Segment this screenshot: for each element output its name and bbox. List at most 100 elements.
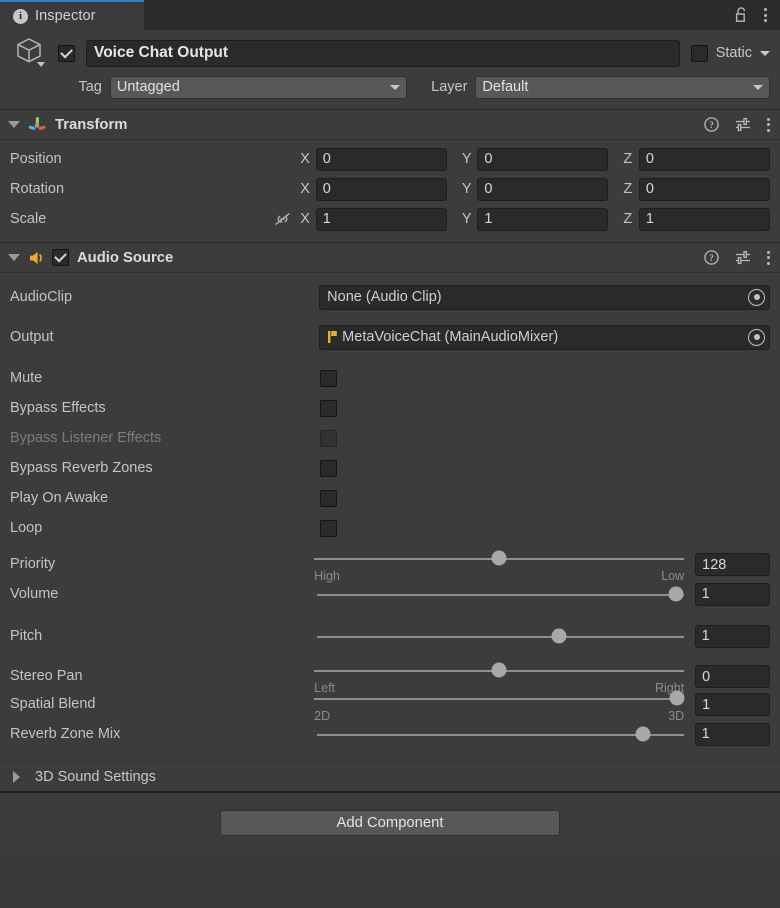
gameobject-name-field[interactable]: Voice Chat Output	[86, 39, 680, 67]
gameobject-enabled-checkbox[interactable]	[58, 44, 75, 62]
preset-sliders-icon[interactable]	[735, 117, 751, 132]
scale-y-field[interactable]: 1	[477, 207, 609, 231]
reverb-zone-mix-value-field[interactable]: 1	[694, 722, 771, 746]
gameobject-header: Voice Chat Output Static Tag Untagged La…	[0, 30, 780, 110]
pitch-label: Pitch	[10, 628, 43, 644]
help-icon[interactable]: ?	[704, 117, 719, 132]
object-picker-icon[interactable]	[748, 288, 765, 306]
position-y-field[interactable]: 0	[477, 147, 609, 171]
reverb-zone-mix-value: 1	[701, 726, 710, 742]
3d-sound-settings-label: 3D Sound Settings	[35, 768, 156, 785]
spatial-blend-slider-thumb[interactable]	[669, 690, 685, 706]
rotation-y-value: 0	[484, 181, 493, 197]
kebab-menu-icon[interactable]	[767, 117, 770, 132]
axis-label-x: X	[300, 211, 310, 227]
axis-label-y: Y	[461, 151, 472, 167]
volume-value-field[interactable]: 1	[694, 582, 771, 606]
mute-label: Mute	[10, 370, 43, 386]
audioclip-field[interactable]: None (Audio Clip)	[319, 284, 770, 310]
scale-z-field[interactable]: 1	[638, 207, 770, 231]
toggle-row-mute: Mute	[10, 363, 770, 393]
transform-row-rotation: Rotation X 0 Y 0 Z 0	[10, 176, 770, 202]
priority-value: 128	[702, 556, 727, 573]
kebab-menu-icon[interactable]	[764, 8, 767, 22]
output-value: MetaVoiceChat (MainAudioMixer)	[342, 329, 559, 345]
reverb-zone-mix-slider-thumb[interactable]	[635, 726, 651, 742]
play-on-awake-checkbox[interactable]	[320, 489, 337, 507]
priority-slider[interactable]: High Low	[314, 545, 685, 583]
audio-source-enabled-checkbox[interactable]	[52, 249, 69, 266]
kebab-menu-icon[interactable]	[767, 250, 770, 265]
footer: Add Component	[0, 792, 780, 856]
priority-value-field[interactable]: 128	[695, 553, 770, 576]
3d-sound-settings-foldout[interactable]: 3D Sound Settings	[0, 761, 780, 791]
spatial-blend-slider[interactable]: 2D 3D	[314, 685, 685, 723]
tab-bar-actions	[735, 0, 780, 30]
help-icon[interactable]: ?	[704, 250, 719, 265]
reverb-zone-mix-row: Reverb Zone Mix 1	[10, 719, 771, 749]
scale-unlinked-icon[interactable]	[273, 211, 300, 227]
pitch-slider[interactable]	[317, 623, 684, 649]
pitch-value-field[interactable]: 1	[694, 624, 771, 648]
preset-sliders-icon[interactable]	[735, 250, 751, 265]
rotation-y-field[interactable]: 0	[477, 177, 609, 201]
toggle-row-loop: Loop	[10, 513, 770, 543]
bypass-reverb-zones-checkbox[interactable]	[320, 459, 337, 477]
static-checkbox[interactable]	[690, 44, 708, 62]
audioclip-row: AudioClip None (Audio Clip)	[10, 282, 770, 312]
bypass-reverb-zones-label: Bypass Reverb Zones	[10, 460, 153, 476]
rotation-label: Rotation	[10, 181, 65, 197]
bypass-listener-effects-checkbox[interactable]	[320, 429, 337, 447]
cube-icon[interactable]	[10, 36, 58, 70]
svg-text:?: ?	[709, 253, 714, 263]
position-x-field[interactable]: 0	[315, 147, 447, 171]
toggle-row-bypass-reverb-zones: Bypass Reverb Zones	[10, 453, 770, 483]
scale-y-value: 1	[484, 211, 493, 227]
transform-actions: ?	[704, 117, 770, 132]
priority-slider-thumb[interactable]	[491, 550, 507, 566]
transform-title: Transform	[55, 116, 128, 133]
gameobject-name-value: Voice Chat Output	[94, 44, 229, 61]
tab-inspector-label: Inspector	[35, 8, 96, 24]
output-field[interactable]: MetaVoiceChat (MainAudioMixer)	[319, 324, 770, 350]
gameobject-name-row: Voice Chat Output Static	[10, 38, 770, 68]
static-chevron-down-icon[interactable]	[760, 50, 770, 56]
bypass-effects-checkbox[interactable]	[320, 399, 337, 417]
volume-slider-thumb[interactable]	[668, 586, 684, 602]
tab-inspector[interactable]: i Inspector	[0, 0, 144, 30]
lock-open-icon[interactable]	[735, 7, 748, 23]
tag-dropdown[interactable]: Untagged	[109, 75, 408, 99]
chevron-down-icon	[390, 84, 401, 90]
audio-source-foldout-icon[interactable]	[8, 254, 20, 261]
reverb-zone-mix-slider[interactable]	[317, 721, 684, 747]
mute-checkbox[interactable]	[320, 369, 337, 387]
object-picker-icon[interactable]	[748, 328, 765, 346]
transform-header[interactable]: Transform ?	[0, 110, 780, 140]
slider-group-priority: Priority High Low 128	[10, 550, 770, 583]
add-component-button[interactable]: Add Component	[220, 810, 560, 836]
spatial-blend-value-field[interactable]: 1	[695, 693, 770, 716]
transform-row-position: Position X 0 Y 0 Z 0	[10, 146, 770, 172]
volume-slider[interactable]	[317, 581, 684, 607]
rotation-x-field[interactable]: 0	[315, 177, 447, 201]
3d-sound-settings-foldout-icon[interactable]	[13, 770, 20, 783]
rotation-z-field[interactable]: 0	[638, 177, 770, 201]
scale-x-field[interactable]: 1	[315, 207, 447, 231]
transform-body: Position X 0 Y 0 Z 0 Rotation X 0 Y 0 Z …	[0, 140, 780, 242]
audio-source-header[interactable]: Audio Source ?	[0, 243, 780, 273]
pitch-value: 1	[701, 628, 710, 644]
pitch-slider-thumb[interactable]	[551, 628, 567, 644]
audio-source-icon	[27, 249, 45, 267]
scale-z-value: 1	[645, 211, 654, 227]
transform-foldout-icon[interactable]	[8, 121, 20, 128]
stereo-pan-value-field[interactable]: 0	[695, 665, 770, 688]
loop-checkbox[interactable]	[320, 519, 337, 537]
stereo-pan-value: 0	[702, 668, 711, 685]
layer-dropdown[interactable]: Default	[475, 75, 771, 99]
transform-row-scale: Scale X 1 Y 1 Z 1	[10, 206, 770, 232]
output-label: Output	[10, 329, 54, 345]
position-z-field[interactable]: 0	[638, 147, 770, 171]
scale-x-value: 1	[322, 211, 331, 227]
stereo-pan-slider-thumb[interactable]	[491, 662, 507, 678]
toggle-row-bypass-listener-effects: Bypass Listener Effects	[10, 423, 770, 453]
